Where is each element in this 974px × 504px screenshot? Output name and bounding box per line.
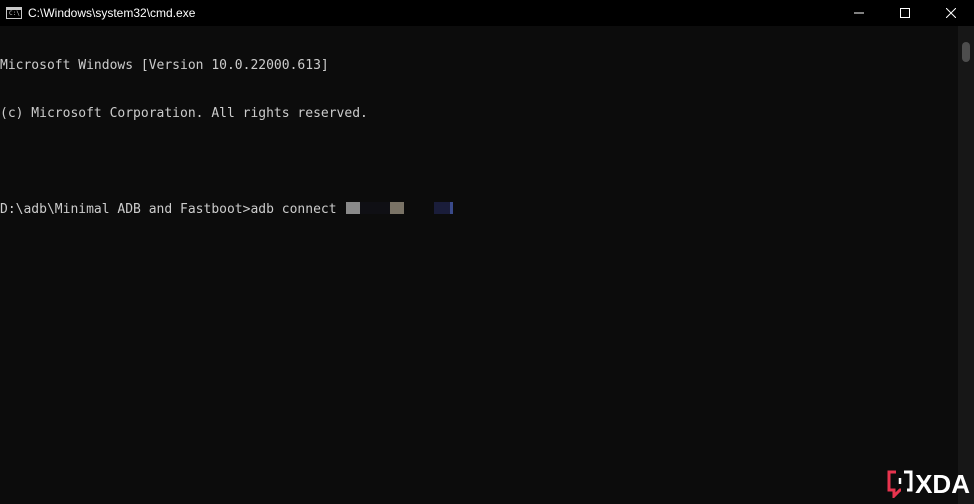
redacted-block: [360, 202, 391, 214]
xda-logo-icon: [887, 470, 913, 498]
minimize-button[interactable]: [836, 0, 882, 26]
console-line-version: Microsoft Windows [Version 10.0.22000.61…: [0, 58, 329, 73]
redacted-block: [404, 202, 435, 214]
window-controls: [836, 0, 974, 26]
console-output[interactable]: Microsoft Windows [Version 10.0.22000.61…: [0, 26, 958, 504]
close-icon: [946, 8, 956, 18]
vertical-scrollbar[interactable]: [958, 26, 974, 504]
redacted-block: [346, 202, 361, 214]
app-icon-text: C:\: [9, 10, 20, 17]
minimize-icon: [854, 12, 864, 14]
maximize-button[interactable]: [882, 0, 928, 26]
redacted-block: [390, 202, 405, 214]
scrollbar-thumb[interactable]: [962, 42, 970, 62]
console-line-copyright: (c) Microsoft Corporation. All rights re…: [0, 106, 368, 121]
console-prompt: D:\adb\Minimal ADB and Fastboot>: [0, 202, 251, 217]
title-bar[interactable]: C:\ C:\Windows\system32\cmd.exe: [0, 0, 974, 26]
maximize-icon: [900, 8, 910, 18]
cmd-app-icon[interactable]: C:\: [6, 7, 22, 19]
xda-watermark: XDA: [887, 468, 970, 499]
xda-wordmark: XDA: [915, 468, 970, 499]
console-command: adb connect: [250, 202, 345, 217]
cmd-window: C:\ C:\Windows\system32\cmd.exe Microsof…: [0, 0, 974, 504]
close-button[interactable]: [928, 0, 974, 26]
window-title: C:\Windows\system32\cmd.exe: [28, 6, 196, 20]
console-line-command: D:\adb\Minimal ADB and Fastboot>adb conn…: [0, 202, 958, 218]
redacted-block: [434, 202, 451, 214]
text-cursor: [450, 202, 454, 214]
